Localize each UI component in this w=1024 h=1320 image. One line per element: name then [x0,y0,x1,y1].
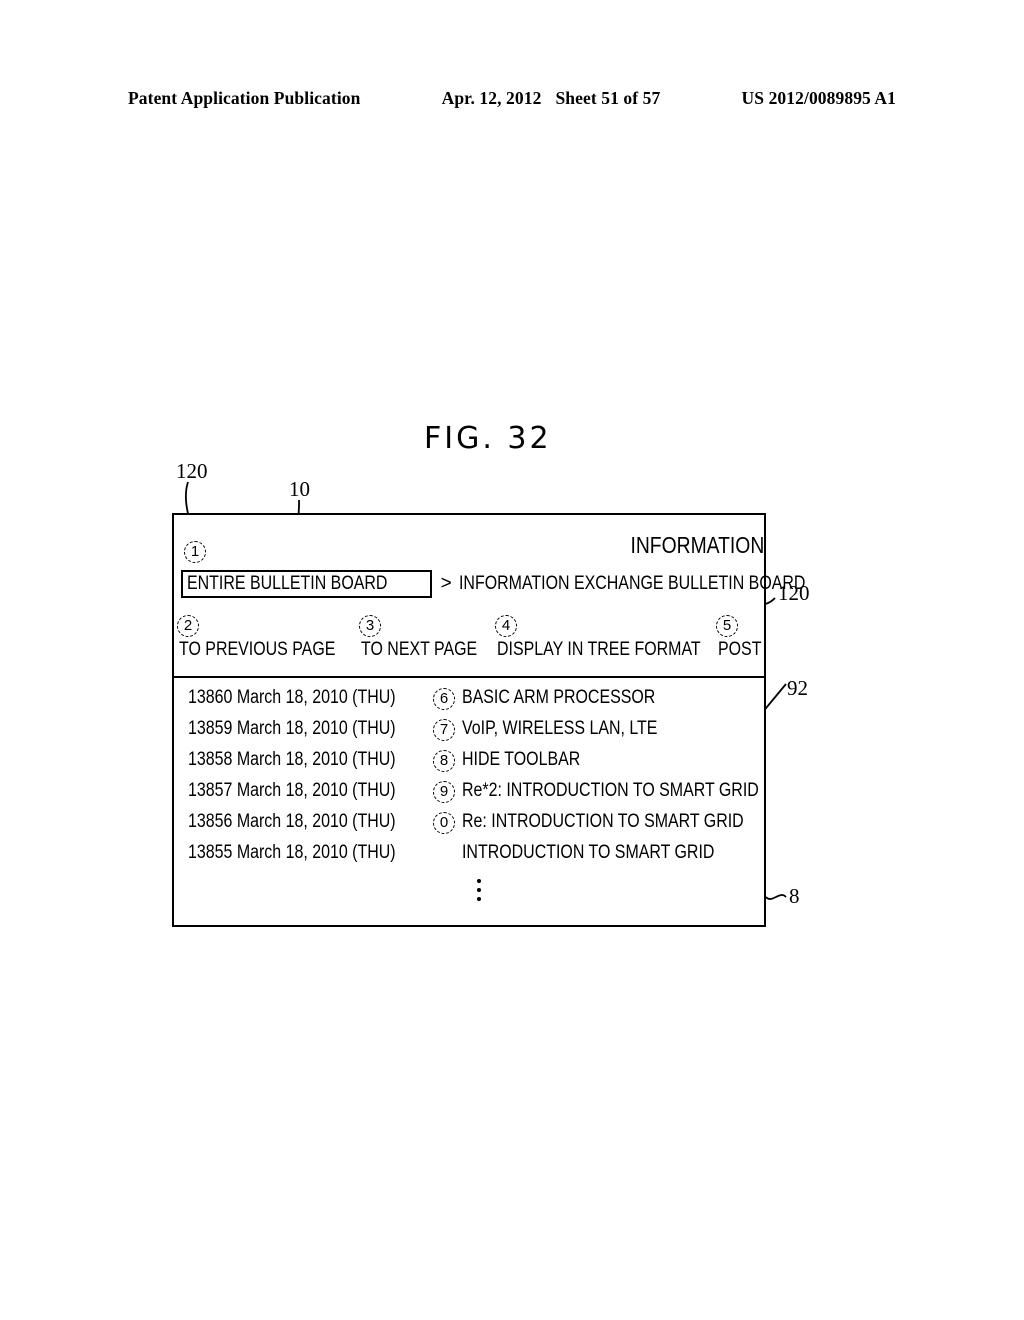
marker-2-icon: 2 [177,615,199,637]
toolbar-item-display-tree-format[interactable]: 4 DISPLAY IN TREE FORMAT [495,615,739,661]
toolbar: 2 TO PREVIOUS PAGE 3 TO NEXT PAGE 4 DISP… [177,603,764,661]
toolbar-item-previous-page[interactable]: 2 TO PREVIOUS PAGE [177,615,365,661]
marker-7-icon: 7 [433,719,455,741]
breadcrumb-parent-item[interactable]: INFORMATION EXCHANGE BULLETIN BOARD [459,573,871,595]
message-subject-link[interactable]: BASIC ARM PROCESSOR [462,687,692,709]
message-subject-link[interactable]: VoIP, WIRELESS LAN, LTE [462,718,695,740]
message-subject-link[interactable]: HIDE TOOLBAR [462,749,603,771]
message-row[interactable]: 13855 March 18, 2010 (THU) INTRODUCTION … [188,840,754,871]
message-meta: 13856 March 18, 2010 (THU) [188,811,396,832]
message-subject-link[interactable]: Re: INTRODUCTION TO SMART GRID [462,811,797,833]
marker-8-icon: 8 [433,750,455,772]
breadcrumb: ENTIRE BULLETIN BOARD > INFORMATION EXCH… [181,570,871,598]
message-meta: 13858 March 18, 2010 (THU) [188,749,396,770]
message-meta: 13855 March 18, 2010 (THU) [188,842,396,863]
toolbar-divider [174,676,764,678]
message-row[interactable]: 13858 March 18, 2010 (THU) 8 HIDE TOOLBA… [188,747,754,778]
breadcrumb-current-item[interactable]: ENTIRE BULLETIN BOARD [181,570,432,598]
marker-4-icon: 4 [495,615,517,637]
device-screen: 1 INFORMATION ENTIRE BULLETIN BOARD > IN… [172,513,805,927]
toolbar-item-post[interactable]: 5 POST [716,615,770,661]
marker-0-icon: 0 [433,812,455,834]
breadcrumb-separator: > [440,573,452,594]
message-list: 13860 March 18, 2010 (THU) 6 BASIC ARM P… [188,685,759,871]
message-row[interactable]: 13860 March 18, 2010 (THU) 6 BASIC ARM P… [188,685,754,716]
message-subject-link[interactable]: Re*2: INTRODUCTION TO SMART GRID [462,780,815,802]
message-row[interactable]: 13857 March 18, 2010 (THU) 9 Re*2: INTRO… [188,778,759,809]
more-items-ellipsis-icon [477,879,483,901]
marker-9-icon: 9 [433,781,455,803]
message-meta: 13857 March 18, 2010 (THU) [188,780,396,801]
marker-1-icon: 1 [184,541,206,563]
message-row[interactable]: 13859 March 18, 2010 (THU) 7 VoIP, WIREL… [188,716,754,747]
screen-title: INFORMATION [630,532,764,558]
marker-5-icon: 5 [716,615,738,637]
message-meta: 13860 March 18, 2010 (THU) [188,687,396,708]
message-row[interactable]: 13856 March 18, 2010 (THU) 0 Re: INTRODU… [188,809,754,840]
message-meta: 13859 March 18, 2010 (THU) [188,718,396,739]
message-subject-link[interactable]: INTRODUCTION TO SMART GRID [462,842,763,864]
marker-6-icon: 6 [433,688,455,710]
toolbar-item-next-page[interactable]: 3 TO NEXT PAGE [359,615,499,661]
marker-3-icon: 3 [359,615,381,637]
